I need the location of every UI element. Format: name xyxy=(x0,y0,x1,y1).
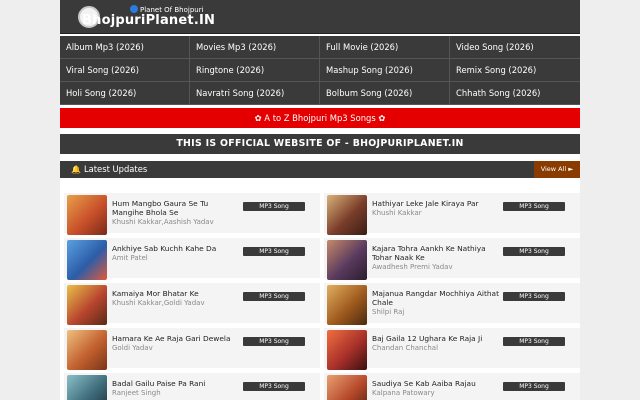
nav-item-viral-song[interactable]: Viral Song (2026) xyxy=(60,59,190,82)
song-artist: Goldi Yadav xyxy=(112,344,153,352)
song-title-block: Baj Gaila 12 Ughara Ke Raja Ji Chandan Ch… xyxy=(372,334,500,353)
song-type-badge[interactable]: MP3 Song xyxy=(243,292,305,301)
view-all-button[interactable]: View All ► xyxy=(534,161,580,178)
list-item[interactable]: Majanua Rangdar Mochhiya Aithat Chale Shi… xyxy=(324,283,580,325)
song-type-badge[interactable]: MP3 Song xyxy=(503,337,565,346)
song-thumbnail[interactable] xyxy=(327,195,367,235)
az-songs-link[interactable]: ✿ A to Z Bhojpuri Mp3 Songs ✿ xyxy=(60,108,580,128)
song-title-block: Hum Mangbo Gaura Se Tu Mangihe Bhola Se K… xyxy=(112,199,240,227)
nav-item-full-movie[interactable]: Full Movie (2026) xyxy=(320,36,450,59)
list-item[interactable]: Kajara Tohra Aankh Ke Nathiya Tohar Naak… xyxy=(324,238,580,280)
page-container: Planet Of Bhojpuri BhojpuriPlanet.IN Alb… xyxy=(60,0,580,400)
song-type-badge[interactable]: MP3 Song xyxy=(243,247,305,256)
song-thumbnail[interactable] xyxy=(327,240,367,280)
logo-name: BhojpuriPlanet.IN xyxy=(82,13,216,28)
song-type-badge[interactable]: MP3 Song xyxy=(243,202,305,211)
nav-item-remix-song[interactable]: Remix Song (2026) xyxy=(450,59,580,82)
song-title[interactable]: Saudiya Se Kab Aaiba Rajau xyxy=(372,379,476,388)
list-item[interactable]: Hathiyar Leke Jale Kiraya Par Khushi Kakk… xyxy=(324,193,580,235)
latest-updates-label: Latest Updates xyxy=(83,164,148,174)
song-title-block: Saudiya Se Kab Aaiba Rajau Kalpana Patowa… xyxy=(372,379,500,398)
bell-icon: 🔔 xyxy=(71,165,81,174)
list-item[interactable]: Saudiya Se Kab Aaiba Rajau Kalpana Patowa… xyxy=(324,373,580,400)
list-item[interactable]: Baj Gaila 12 Ughara Ke Raja Ji Chandan Ch… xyxy=(324,328,580,370)
song-title-block: Ankhiye Sab Kuchh Kahe Da Amit Patel xyxy=(112,244,240,263)
song-thumbnail[interactable] xyxy=(67,375,107,400)
song-artist: Khushi Kakkar,Aashish Yadav xyxy=(112,218,214,226)
latest-updates-title: 🔔 Latest Updates xyxy=(71,161,147,178)
song-title[interactable]: Kajara Tohra Aankh Ke Nathiya Tohar Naak… xyxy=(372,244,486,262)
song-thumbnail[interactable] xyxy=(67,330,107,370)
song-title[interactable]: Kamaiya Mor Bhatar Ke xyxy=(112,289,199,298)
nav-item-ringtone[interactable]: Ringtone (2026) xyxy=(190,59,320,82)
official-banner: THIS IS OFFICIAL WEBSITE OF - BHOJPURIPL… xyxy=(60,134,580,154)
list-item[interactable]: Ankhiye Sab Kuchh Kahe Da Amit Patel MP3 … xyxy=(64,238,320,280)
song-thumbnail[interactable] xyxy=(327,375,367,400)
song-artist: Shilpi Raj xyxy=(372,308,405,316)
song-title-block: Majanua Rangdar Mochhiya Aithat Chale Shi… xyxy=(372,289,500,317)
nav-item-navratri-song[interactable]: Navratri Song (2026) xyxy=(190,82,320,105)
nav-item-video-song[interactable]: Video Song (2026) xyxy=(450,36,580,59)
song-title[interactable]: Hamara Ke Ae Raja Gari Dewela xyxy=(112,334,230,343)
song-artist: Ranjeet Singh xyxy=(112,389,161,397)
song-list: Hum Mangbo Gaura Se Tu Mangihe Bhola Se K… xyxy=(60,193,580,400)
song-thumbnail[interactable] xyxy=(67,195,107,235)
song-title-block: Badal Gailu Paise Pa Rani Ranjeet Singh xyxy=(112,379,240,398)
nav-item-bolbum-song[interactable]: Bolbum Song (2026) xyxy=(320,82,450,105)
song-type-badge[interactable]: MP3 Song xyxy=(503,247,565,256)
song-artist: Khushi Kakkar xyxy=(372,209,422,217)
song-title[interactable]: Majanua Rangdar Mochhiya Aithat Chale xyxy=(372,289,499,307)
song-thumbnail[interactable] xyxy=(67,285,107,325)
song-title-block: Kamaiya Mor Bhatar Ke Khushi Kakkar,Goldi… xyxy=(112,289,240,308)
song-artist: Chandan Chanchal xyxy=(372,344,439,352)
list-item[interactable]: Badal Gailu Paise Pa Rani Ranjeet Singh M… xyxy=(64,373,320,400)
latest-updates-header: 🔔 Latest Updates View All ► xyxy=(60,161,580,178)
song-title-block: Hamara Ke Ae Raja Gari Dewela Goldi Yadav xyxy=(112,334,240,353)
song-title[interactable]: Badal Gailu Paise Pa Rani xyxy=(112,379,205,388)
category-nav: Album Mp3 (2026) Movies Mp3 (2026) Full … xyxy=(60,36,580,105)
song-title[interactable]: Ankhiye Sab Kuchh Kahe Da xyxy=(112,244,216,253)
song-type-badge[interactable]: MP3 Song xyxy=(503,382,565,391)
song-title[interactable]: Hum Mangbo Gaura Se Tu Mangihe Bhola Se xyxy=(112,199,208,217)
site-header: Planet Of Bhojpuri BhojpuriPlanet.IN xyxy=(60,0,580,34)
song-thumbnail[interactable] xyxy=(67,240,107,280)
song-title-block: Hathiyar Leke Jale Kiraya Par Khushi Kakk… xyxy=(372,199,500,218)
nav-item-album[interactable]: Album Mp3 (2026) xyxy=(60,36,190,59)
nav-item-movies[interactable]: Movies Mp3 (2026) xyxy=(190,36,320,59)
nav-item-holi-song[interactable]: Holi Song (2026) xyxy=(60,82,190,105)
nav-item-mashup-song[interactable]: Mashup Song (2026) xyxy=(320,59,450,82)
song-type-badge[interactable]: MP3 Song xyxy=(243,337,305,346)
song-artist: Khushi Kakkar,Goldi Yadav xyxy=(112,299,205,307)
song-type-badge[interactable]: MP3 Song xyxy=(243,382,305,391)
list-item[interactable]: Hamara Ke Ae Raja Gari Dewela Goldi Yadav… xyxy=(64,328,320,370)
nav-item-chhath-song[interactable]: Chhath Song (2026) xyxy=(450,82,580,105)
song-title[interactable]: Baj Gaila 12 Ughara Ke Raja Ji xyxy=(372,334,482,343)
planet-icon xyxy=(130,5,138,13)
list-item[interactable]: Hum Mangbo Gaura Se Tu Mangihe Bhola Se K… xyxy=(64,193,320,235)
song-title[interactable]: Hathiyar Leke Jale Kiraya Par xyxy=(372,199,479,208)
song-artist: Amit Patel xyxy=(112,254,148,262)
site-logo[interactable]: Planet Of Bhojpuri BhojpuriPlanet.IN xyxy=(78,4,215,30)
list-item[interactable]: Kamaiya Mor Bhatar Ke Khushi Kakkar,Goldi… xyxy=(64,283,320,325)
song-artist: Awadhesh Premi Yadav xyxy=(372,263,453,271)
song-title-block: Kajara Tohra Aankh Ke Nathiya Tohar Naak… xyxy=(372,244,500,272)
song-thumbnail[interactable] xyxy=(327,285,367,325)
song-artist: Kalpana Patowary xyxy=(372,389,435,397)
song-thumbnail[interactable] xyxy=(327,330,367,370)
song-type-badge[interactable]: MP3 Song xyxy=(503,292,565,301)
song-type-badge[interactable]: MP3 Song xyxy=(503,202,565,211)
